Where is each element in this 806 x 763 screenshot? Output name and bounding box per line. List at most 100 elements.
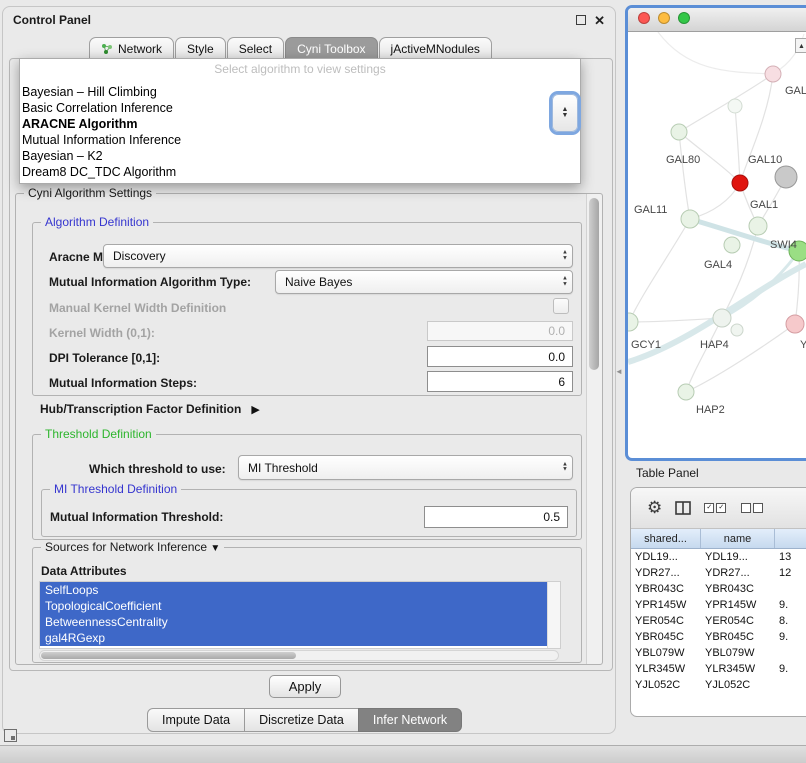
network-node-gray-hub[interactable] (775, 166, 797, 188)
titlebar-icons: ✕ (576, 14, 605, 27)
attribute-item-topologicalcoefficient[interactable]: TopologicalCoefficient (40, 598, 547, 614)
node-label-gcy1: GCY1 (631, 339, 661, 351)
table-row[interactable]: YLR345WYLR345W9. (631, 661, 806, 677)
attribute-item-gal4rgexp[interactable]: gal4RGexp (40, 630, 547, 646)
dpi-tolerance-label: DPI Tolerance [0,1]: (49, 351, 160, 365)
table-row[interactable]: YBR043CYBR043C (631, 581, 806, 597)
tab-network[interactable]: Network (89, 37, 174, 59)
mi-threshold-field[interactable]: 0.5 (424, 506, 568, 528)
algorithm-option-aracne-algorithm[interactable]: ARACNE Algorithm (20, 116, 580, 132)
column-header-extra[interactable] (775, 529, 806, 548)
network-node-gal11[interactable] (681, 210, 699, 228)
manual-kernel-label: Manual Kernel Width Definition (49, 301, 226, 315)
network-node-gcy1[interactable] (628, 313, 638, 331)
tab-style[interactable]: Style (175, 37, 226, 59)
tab-jactivemnodules[interactable]: jActiveMNodules (379, 37, 492, 59)
tab-label: Network (118, 42, 162, 56)
gear-icon[interactable]: ⚙ (647, 498, 662, 518)
column-header-name[interactable]: name (701, 529, 775, 548)
bottom-tab-impute-data[interactable]: Impute Data (147, 708, 245, 732)
table-row[interactable]: YDL19...YDL19...13 (631, 549, 806, 565)
mi-steps-field[interactable]: 6 (427, 371, 573, 392)
which-threshold-value: MI Threshold (248, 461, 318, 475)
network-node-hap4[interactable] (713, 309, 731, 327)
tab-select[interactable]: Select (227, 37, 284, 59)
table-cell: 9. (775, 631, 806, 643)
mi-threshold-group-title: MI Threshold Definition (50, 482, 181, 496)
scroll-up-button[interactable]: ▲ (795, 38, 806, 53)
network-node-gal1[interactable] (749, 217, 767, 235)
scrollbar-thumb[interactable] (589, 198, 599, 370)
algorithm-option-bayesian-k2[interactable]: Bayesian – K2 (20, 148, 580, 164)
mi-steps-label: Mutual Information Steps: (49, 376, 197, 390)
table-row[interactable]: YER054CYER054C8. (631, 613, 806, 629)
table-cell: YBR043C (631, 583, 701, 595)
minimize-window-icon[interactable] (658, 12, 670, 24)
which-threshold-select[interactable]: MI Threshold ▲▼ (238, 455, 573, 480)
algorithm-option-dream8-dc-tdc-algorithm[interactable]: Dream8 DC_TDC Algorithm (20, 164, 580, 180)
algorithm-combo-button[interactable]: ▲▼ (552, 94, 578, 132)
network-node-pink-right[interactable] (786, 315, 804, 333)
tab-cyni-toolbox[interactable]: Cyni Toolbox (285, 37, 377, 59)
network-node-small-center[interactable] (731, 324, 743, 336)
sources-horizontal-scrollbar[interactable] (39, 650, 559, 661)
table-row[interactable]: YPR145WYPR145W9. (631, 597, 806, 613)
network-edge (735, 106, 740, 183)
table-panel-window: ⚙✓✓ shared...name YDL19...YDL19...13YDR2… (630, 487, 806, 717)
table-cell: 13 (775, 551, 806, 563)
kernel-width-label: Kernel Width (0,1): (49, 326, 155, 340)
zoom-window-icon[interactable] (678, 12, 690, 24)
table-row[interactable]: YBL079WYBL079W (631, 645, 806, 661)
restore-panel-icon[interactable] (4, 729, 17, 742)
table-cell: YDL19... (631, 551, 701, 563)
algorithm-option-bayesian-hill-climbing[interactable]: Bayesian – Hill Climbing (20, 84, 580, 100)
algorithm-option-mutual-information-inference[interactable]: Mutual Information Inference (20, 132, 580, 148)
tab-label: Select (239, 42, 272, 56)
tab-label: Cyni Toolbox (297, 42, 365, 56)
cyni-settings-title: Cyni Algorithm Settings (24, 186, 156, 200)
network-node-gal80[interactable] (671, 124, 687, 140)
sources-group-title[interactable]: Sources for Network Inference ▼ (41, 540, 224, 554)
settings-vertical-scrollbar[interactable] (586, 194, 602, 664)
network-edge (658, 32, 773, 74)
hub-section-toggle[interactable]: Hub/Transcription Factor Definition ▶ (40, 402, 260, 416)
network-node-faint-top[interactable] (728, 99, 742, 113)
attribute-item-selfloops[interactable]: SelfLoops (40, 582, 547, 598)
float-panel-icon[interactable] (576, 15, 586, 25)
network-edge (679, 132, 690, 219)
table-header: shared...name (631, 529, 806, 549)
algorithm-option-basic-correlation-inference[interactable]: Basic Correlation Inference (20, 100, 580, 116)
attributes-list: SelfLoopsTopologicalCoefficientBetweenne… (39, 581, 561, 649)
bottom-tab-discretize-data[interactable]: Discretize Data (244, 708, 359, 732)
table-row[interactable]: YBR045CYBR045C9. (631, 629, 806, 645)
columns-icon[interactable] (675, 501, 691, 515)
aracne-mode-select[interactable]: Discovery ▲▼ (103, 244, 573, 268)
network-node-gal10-red[interactable] (732, 175, 748, 191)
table-cell: 9. (775, 663, 806, 675)
column-header-shared[interactable]: shared... (631, 529, 701, 548)
unchecked-boxes-icon[interactable] (741, 503, 765, 513)
table-row[interactable]: YJL052CYJL052C (631, 677, 806, 693)
network-node-gal4[interactable] (724, 237, 740, 253)
close-panel-icon[interactable]: ✕ (594, 14, 605, 27)
checked-boxes-icon[interactable]: ✓✓ (704, 503, 728, 513)
bottom-tab-infer-network[interactable]: Infer Network (358, 708, 462, 732)
table-cell: YBL079W (631, 647, 701, 659)
scrollbar-thumb[interactable] (41, 652, 296, 659)
sources-group: Sources for Network Inference ▼ Data Att… (32, 547, 582, 663)
network-window-titlebar[interactable] (628, 8, 806, 32)
mi-type-select[interactable]: Naive Bayes ▲▼ (275, 270, 573, 294)
network-node-pink-top[interactable] (765, 66, 781, 82)
algorithm-popup-list: Bayesian – Hill ClimbingBasic Correlatio… (20, 84, 580, 180)
apply-button[interactable]: Apply (269, 675, 341, 698)
close-window-icon[interactable] (638, 12, 650, 24)
attribute-item-betweennesscentrality[interactable]: BetweennessCentrality (40, 614, 547, 630)
network-canvas[interactable]: GALGAL80GAL10GAL11GAL1SWI4GAL4GCY1HAP4YH… (628, 32, 806, 452)
network-node-hap2[interactable] (678, 384, 694, 400)
panel-splitter-icon[interactable]: ◄ (615, 367, 623, 376)
dpi-tolerance-field[interactable]: 0.0 (427, 346, 573, 367)
attributes-list-scrollbar[interactable] (547, 582, 560, 648)
table-row[interactable]: YDR27...YDR27...12 (631, 565, 806, 581)
node-label-hap4: HAP4 (700, 339, 729, 351)
table-body: YDL19...YDL19...13YDR27...YDR27...12YBR0… (631, 549, 806, 693)
